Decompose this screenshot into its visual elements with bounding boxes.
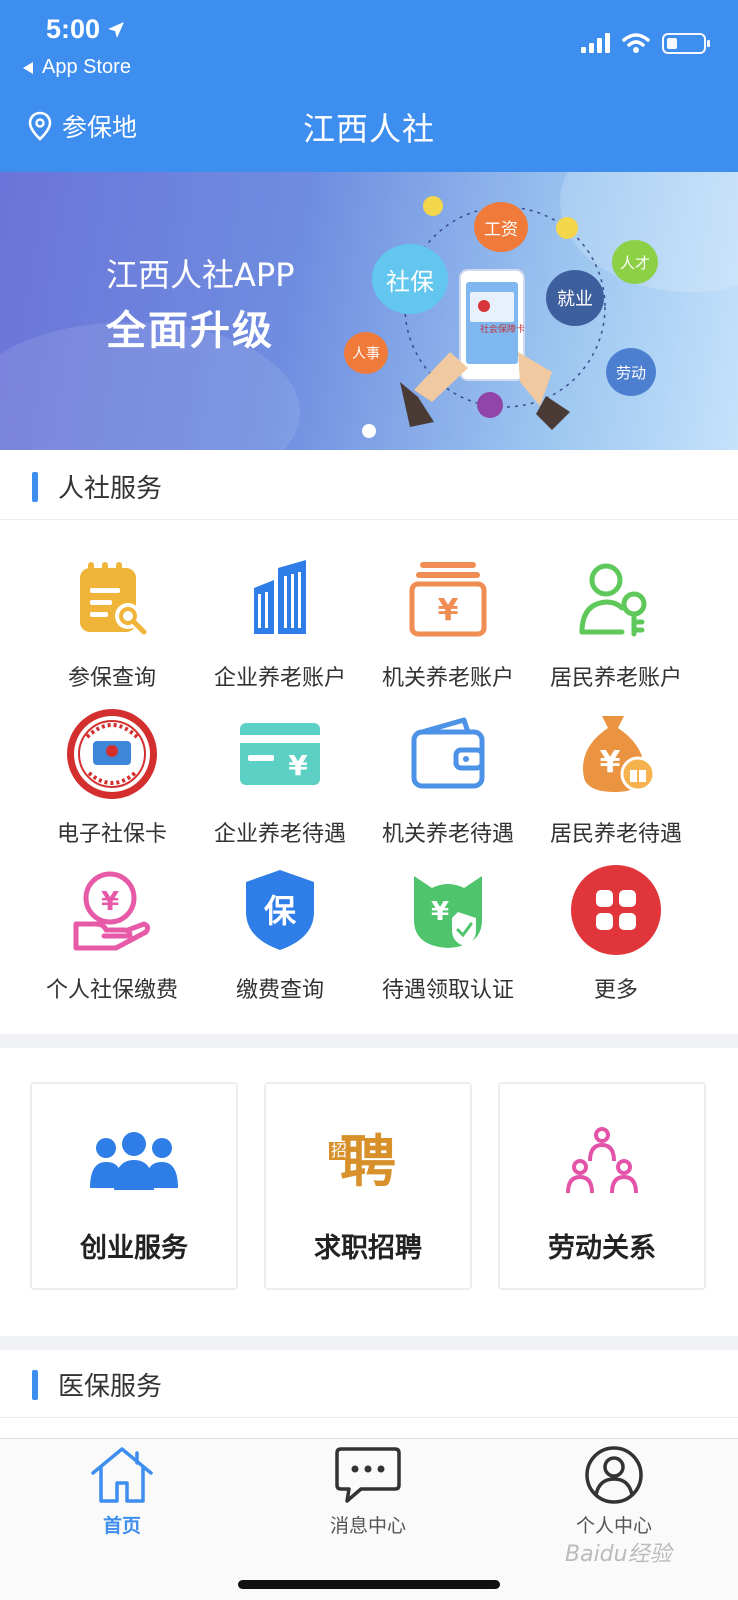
service-label: 电子社保卡 — [56, 822, 167, 847]
back-label: App Store — [42, 56, 131, 78]
building-icon — [232, 550, 328, 646]
home-indicator[interactable] — [238, 1580, 500, 1589]
tab-home[interactable]: 首页 — [42, 1445, 202, 1538]
promo-banner[interactable]: 江西人社APP 全面升级 社会保障卡 社保 工资 就业 人才 人事 劳动 — [0, 172, 738, 450]
bubble-laodong: 劳动 — [606, 348, 656, 396]
bubble-shebao: 社保 — [372, 244, 448, 314]
bubble-gongzi: 工资 — [474, 202, 528, 252]
service-government-pension-account[interactable]: ¥ 机关养老账户 — [356, 550, 540, 700]
status-indicators — [581, 32, 710, 54]
banner-subheadline: 全面升级 — [106, 308, 274, 354]
service-label: 企业养老待遇 — [213, 822, 346, 847]
tab-label: 个人中心 — [575, 1515, 652, 1537]
service-resident-pension-benefit[interactable]: ¥ 居民养老待遇 — [524, 706, 708, 856]
service-label: 居民养老待遇 — [549, 822, 682, 847]
service-e-social-security-card[interactable]: 电子社保卡 — [20, 706, 204, 856]
app-header: 5:00 App Store 参保地 江西人社 — [0, 0, 738, 172]
page-title: 江西人社 — [302, 110, 435, 148]
card-job-recruitment[interactable]: 聘 招 求职招聘 — [264, 1082, 472, 1290]
service-government-pension-benefit[interactable]: 机关养老待遇 — [356, 706, 540, 856]
yuan-box-icon: ¥ — [400, 550, 496, 646]
location-arrow-icon — [108, 21, 125, 38]
bubble-jiuye: 就业 — [546, 270, 604, 326]
card-label: 创业服务 — [80, 1233, 188, 1264]
hand-yuan-icon: ¥ — [64, 862, 160, 958]
section-accent-bar — [32, 1370, 38, 1400]
svg-text:¥: ¥ — [101, 887, 119, 917]
social-security-card-seal-icon — [64, 706, 160, 802]
tab-label: 消息中心 — [329, 1515, 406, 1537]
bottom-tab-bar: 首页 消息中心 个人中心 — [0, 1438, 738, 1600]
message-icon — [335, 1447, 401, 1503]
yuan-card-icon: ¥ — [232, 706, 328, 802]
service-benefit-certification[interactable]: ¥ 待遇领取认证 — [356, 862, 540, 1012]
yuan-shield-check-icon: ¥ — [400, 862, 496, 958]
service-label: 居民养老账户 — [549, 666, 682, 691]
section-divider — [0, 1034, 738, 1048]
service-label: 企业养老账户 — [213, 666, 346, 691]
signal-icon — [581, 33, 610, 53]
service-participation-query[interactable]: 参保查询 — [20, 550, 204, 700]
money-bag-icon: ¥ — [568, 706, 664, 802]
section-title: 医保服务 — [58, 1372, 163, 1402]
section-accent-bar — [32, 472, 38, 502]
svg-text:保: 保 — [264, 892, 297, 930]
tab-label: 首页 — [102, 1515, 141, 1537]
svg-text:¥: ¥ — [438, 593, 459, 628]
pin-char-icon: 聘 招 — [329, 1124, 403, 1200]
section-header-renshe: 人社服务 — [0, 452, 738, 520]
document-search-icon — [64, 550, 160, 646]
service-label: 参保查询 — [67, 666, 156, 691]
wifi-icon — [622, 33, 650, 53]
wallet-icon — [400, 706, 496, 802]
watermark: Baidu经验 — [565, 1542, 672, 1567]
bubble-renshi: 人事 — [344, 332, 388, 374]
group-people-icon — [86, 1124, 182, 1200]
user-icon — [585, 1446, 643, 1504]
service-more[interactable]: 更多 — [524, 862, 708, 1012]
service-enterprise-pension-account[interactable]: 企业养老账户 — [188, 550, 372, 700]
status-time: 5:00 — [46, 14, 126, 45]
service-personal-payment[interactable]: ¥ 个人社保缴费 — [20, 862, 204, 1012]
relation-people-icon — [564, 1124, 640, 1200]
service-label: 缴费查询 — [235, 978, 324, 1003]
status-time-text: 5:00 — [46, 14, 101, 44]
banner-card-text: 社会保障卡 — [480, 325, 526, 335]
card-entrepreneurship[interactable]: 创业服务 — [30, 1082, 238, 1290]
tab-profile[interactable]: 个人中心 — [534, 1445, 694, 1538]
bubble-rencai: 人才 — [612, 240, 658, 284]
battery-icon — [662, 32, 710, 54]
section-title: 人社服务 — [58, 474, 163, 504]
service-label: 待遇领取认证 — [381, 978, 514, 1003]
person-key-icon — [568, 550, 664, 646]
more-grid-icon — [568, 862, 664, 958]
svg-text:¥: ¥ — [431, 897, 449, 927]
service-payment-query[interactable]: 保 缴费查询 — [188, 862, 372, 1012]
svg-text:¥: ¥ — [600, 745, 621, 780]
section-divider — [0, 1336, 738, 1350]
service-resident-pension-account[interactable]: 居民养老账户 — [524, 550, 708, 700]
card-label: 求职招聘 — [314, 1233, 422, 1264]
carousel-indicator[interactable] — [362, 424, 376, 438]
card-labor-relations[interactable]: 劳动关系 — [498, 1082, 706, 1290]
back-to-app-store-button[interactable]: App Store — [22, 56, 131, 79]
card-label: 劳动关系 — [548, 1233, 656, 1264]
service-enterprise-pension-benefit[interactable]: ¥ 企业养老待遇 — [188, 706, 372, 856]
service-label: 机关养老账户 — [381, 666, 514, 691]
banner-headline: 江西人社APP — [106, 256, 295, 294]
shield-bao-icon: 保 — [232, 862, 328, 958]
service-label: 更多 — [593, 978, 638, 1003]
service-label: 机关养老待遇 — [381, 822, 514, 847]
svg-text:¥: ¥ — [288, 749, 308, 782]
zhao-glyph: 招 — [329, 1141, 350, 1160]
home-icon — [91, 1447, 153, 1503]
tab-messages[interactable]: 消息中心 — [288, 1445, 448, 1538]
section-header-yibao: 医保服务 — [0, 1350, 738, 1418]
back-triangle-icon — [23, 61, 33, 74]
service-label: 个人社保缴费 — [45, 978, 178, 1003]
